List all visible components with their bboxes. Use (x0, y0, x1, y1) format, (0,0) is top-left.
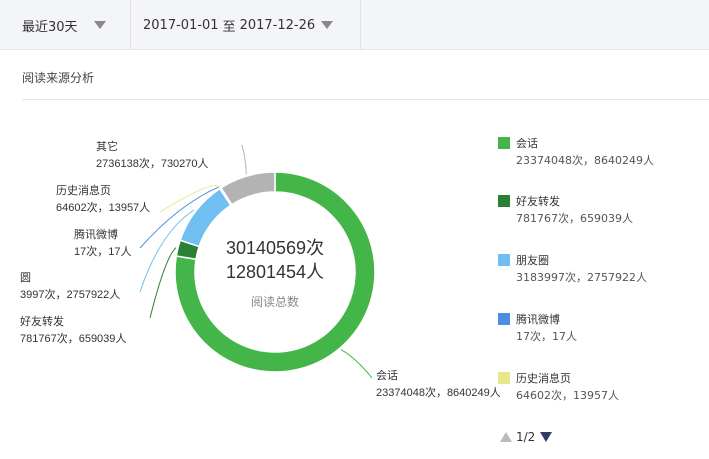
callout-1: 历史消息页 64602次，13957人 (56, 183, 150, 214)
date-range-dropdown[interactable]: 2017-01-01 至 2017-12-26 (130, 0, 334, 50)
callout-value: 781767次，659039人 (20, 331, 126, 345)
date-separator: 至 (222, 19, 236, 35)
page-up-icon[interactable] (500, 432, 512, 442)
chevron-down-icon (321, 21, 334, 29)
callout-name: 腾讯微博 (74, 227, 118, 241)
leader-line-0 (340, 349, 373, 379)
range-dropdown[interactable]: 最近30天 (22, 0, 106, 50)
callout-value: 2736138次，730270人 (96, 156, 209, 170)
callout-name: 圆 (20, 271, 31, 284)
callout-2: 腾讯微博 17次，17人 (74, 227, 131, 258)
legend-value: 781767次，659039人 (516, 212, 633, 225)
legend-name: 朋友圈 (516, 254, 549, 267)
legend-name: 好友转发 (516, 195, 560, 208)
legend-name: 会话 (516, 137, 538, 150)
chevron-down-icon (93, 21, 106, 29)
legend-swatch (498, 137, 510, 149)
callout-name: 会话 (376, 369, 398, 382)
callout-value: 17次，17人 (74, 244, 131, 258)
legend-value: 64602次，13957人 (516, 389, 619, 402)
date-to: 2017-12-26 (239, 17, 316, 33)
callout-value: 3997次，2757922人 (20, 287, 120, 301)
leader-line-5 (241, 144, 247, 175)
date-from: 2017-01-01 (143, 17, 219, 33)
legend-value: 3183997次，2757922人 (516, 271, 647, 284)
callout-3: 圆 3997次，2757922人 (20, 271, 120, 301)
center-total-users: 12801454人 (226, 262, 324, 282)
legend-name: 历史消息页 (516, 372, 571, 385)
section-title: 阅读来源分析 (22, 71, 95, 85)
legend-swatch (498, 372, 510, 384)
page-indicator: 1/2 (516, 430, 536, 444)
legend-value: 23374048次，8640249人 (516, 154, 654, 167)
callout-name: 其它 (96, 139, 118, 153)
legend-swatch (498, 195, 510, 207)
callout-0: 其它 2736138次，730270人 (96, 139, 209, 170)
legend-name: 腾讯微博 (516, 313, 560, 326)
callout-4: 好友转发 781767次，659039人 (20, 314, 126, 345)
legend-swatch (498, 313, 510, 325)
center-total-reads: 30140569次 (226, 238, 324, 258)
filter-toolbar: 最近30天 2017-01-01 至 2017-12-26 (0, 0, 709, 50)
callout-value: 23374048次，8640249人 (376, 385, 500, 399)
donut-slice-5[interactable] (219, 171, 276, 206)
callout-name: 好友转发 (20, 314, 64, 328)
page-root: 最近30天 2017-01-01 至 2017-12-26 阅读来源分析 301… (0, 0, 709, 459)
callout-name: 历史消息页 (56, 183, 111, 197)
range-label: 最近30天 (22, 19, 78, 35)
legend-swatch (498, 254, 510, 266)
reading-source-donut-chart: 30140569次 12801454人 阅读总数 其它 2736138次，7302… (20, 139, 500, 399)
legend-value: 17次，17人 (516, 330, 577, 343)
donut-slice-2[interactable] (179, 187, 232, 248)
center-caption: 阅读总数 (251, 294, 299, 309)
legend-pager: 1/2 (500, 430, 553, 444)
page-down-icon[interactable] (540, 432, 553, 442)
toolbar-divider (360, 0, 361, 50)
callout-value: 64602次，13957人 (56, 200, 150, 214)
callout-5: 会话 23374048次，8640249人 (376, 369, 500, 399)
